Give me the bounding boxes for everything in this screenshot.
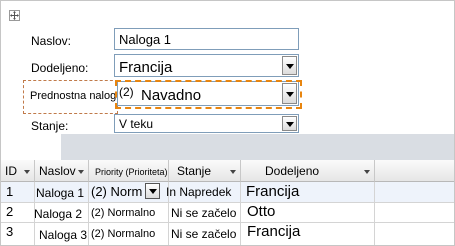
cell-id: 2 (6, 204, 14, 219)
cell-priority: (2) Normalno (91, 228, 156, 240)
title-label: Naslov: (31, 34, 72, 48)
cell-assigned: Otto (247, 203, 276, 220)
column-header-blank (375, 160, 454, 182)
status-label: Stanje: (31, 119, 69, 133)
status-select[interactable]: V teku (114, 114, 299, 133)
cell-status: Ni se začelo (171, 206, 237, 220)
chevron-down-icon[interactable] (145, 183, 160, 199)
grid-toolbar-strip (1, 134, 454, 160)
cell-status: In Napredek (166, 185, 232, 199)
title-field[interactable]: Naloga 1 (114, 28, 299, 50)
chevron-down-icon[interactable] (364, 170, 370, 174)
cell-status: Ni se začelo (171, 227, 237, 241)
cell-priority: (2) Normalno (91, 207, 156, 219)
chevron-down-icon[interactable] (78, 170, 84, 174)
cell-assigned: Francija (247, 223, 301, 240)
item-edit-form: Naslov: Naloga 1 Dodeljeno: Francija Pre… (1, 1, 454, 134)
chevron-down-icon[interactable] (24, 170, 30, 174)
cell-priority[interactable]: (2) Norm (91, 185, 142, 199)
column-header-status[interactable]: Stanje (169, 160, 241, 182)
column-header-assigned[interactable]: Dodeljeno (241, 160, 375, 182)
status-select-value: V teku (119, 117, 154, 131)
cell-id: 1 (6, 184, 14, 199)
assigned-select[interactable]: Francija (114, 54, 299, 77)
column-header-id[interactable]: ID (1, 160, 35, 182)
chevron-down-icon[interactable] (230, 170, 236, 174)
chevron-down-icon[interactable] (282, 116, 297, 131)
datasheet-grid: ID Naslov Priority (Prioriteta) Stanje D… (1, 160, 454, 245)
move-handle-icon[interactable] (9, 10, 20, 21)
priority-focus-highlight (115, 80, 302, 109)
column-header-title[interactable]: Naslov (35, 160, 89, 182)
assigned-label: Dodeljeno: (31, 61, 89, 75)
chevron-down-icon[interactable] (282, 56, 297, 75)
cell-title: Naloga 1 (36, 186, 85, 200)
cell-title: Naloga 2 (34, 207, 83, 221)
cell-title: Naloga 3 (39, 228, 88, 242)
cell-id: 3 (6, 224, 14, 239)
priority-label: Prednostna naloga (30, 90, 123, 102)
column-header-priority[interactable]: Priority (Prioriteta) (89, 160, 169, 182)
title-field-value: Naloga 1 (119, 32, 172, 47)
assigned-select-value: Francija (119, 59, 173, 76)
cell-assigned: Francija (246, 183, 300, 200)
